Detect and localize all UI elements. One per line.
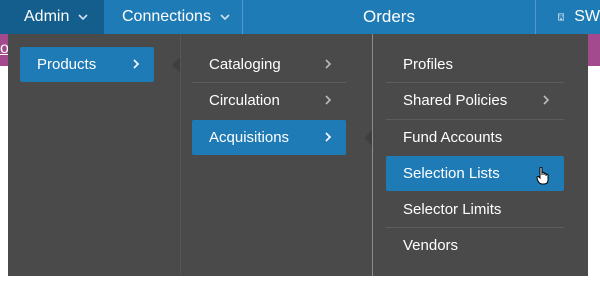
menu-item-fund-accounts[interactable]: Fund Accounts	[386, 120, 564, 155]
nav-sw[interactable]: SW	[536, 0, 600, 34]
building-icon	[558, 13, 565, 21]
menu-item-products[interactable]: Products	[20, 47, 154, 82]
nav-admin[interactable]: Admin	[0, 0, 104, 34]
chevron-right-icon	[325, 95, 332, 105]
menu-item-label: Cataloging	[209, 56, 281, 73]
menu-item-profiles[interactable]: Profiles	[386, 47, 564, 82]
menu-item-circulation[interactable]: Circulation	[192, 83, 346, 118]
chevron-right-icon	[325, 132, 332, 142]
submenu-pointer	[364, 130, 372, 146]
nav-orders[interactable]: Orders	[242, 0, 536, 34]
nav-admin-label: Admin	[24, 8, 70, 25]
menu-item-label: Selection Lists	[403, 165, 500, 182]
admin-dropdown-menu: Products Cataloging Circulation Acquisit…	[8, 34, 588, 276]
menu-item-label: Fund Accounts	[403, 129, 503, 146]
menu-item-shared-policies[interactable]: Shared Policies	[386, 83, 564, 118]
column-divider	[372, 34, 373, 276]
nav-sw-label: SW	[574, 8, 600, 25]
chevron-right-icon	[133, 59, 140, 69]
chevron-down-icon	[78, 14, 88, 21]
menu-item-label: Profiles	[403, 56, 454, 73]
hand-cursor-icon	[536, 167, 549, 185]
menu-item-acquisitions[interactable]: Acquisitions	[192, 120, 346, 155]
column-divider	[180, 34, 181, 276]
menu-item-cataloging[interactable]: Cataloging	[192, 47, 346, 82]
chevron-right-icon	[325, 59, 332, 69]
menu-item-selector-limits[interactable]: Selector Limits	[386, 192, 564, 227]
submenu-pointer	[172, 57, 180, 73]
chevron-down-icon	[220, 14, 230, 21]
menu-item-label: Products	[37, 56, 97, 73]
menu-item-label: Vendors	[403, 237, 459, 254]
top-nav-bar: Admin Connections Orders SW	[0, 0, 600, 34]
chevron-right-icon	[543, 95, 550, 105]
menu-item-label: Selector Limits	[403, 201, 502, 218]
menu-item-label: Circulation	[209, 92, 280, 109]
nav-orders-label: Orders	[363, 7, 415, 26]
menu-item-label: Acquisitions	[209, 129, 290, 146]
nav-connections-label: Connections	[122, 8, 211, 25]
nav-connections[interactable]: Connections	[104, 0, 242, 34]
menu-item-vendors[interactable]: Vendors	[386, 228, 564, 263]
menu-item-label: Shared Policies	[403, 92, 508, 109]
